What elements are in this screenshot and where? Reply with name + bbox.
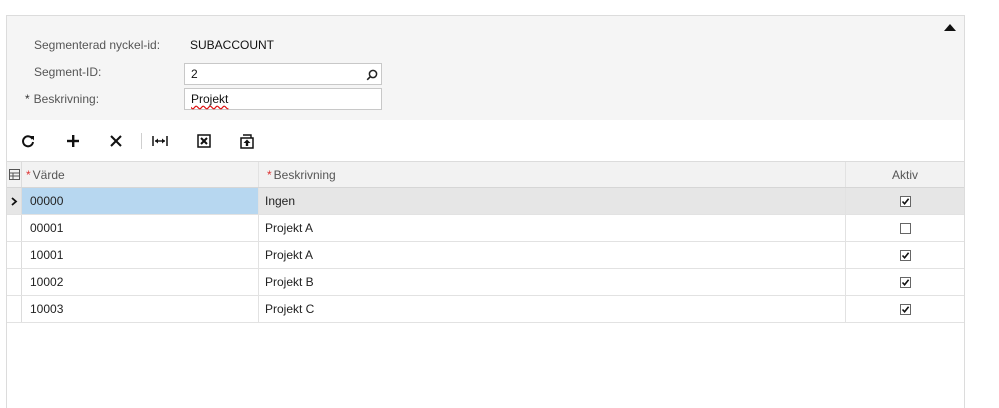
column-value-label: Värde bbox=[32, 167, 65, 182]
search-icon[interactable] bbox=[366, 69, 378, 81]
grid-header-row: * Värde * Beskrivning Aktiv bbox=[7, 162, 964, 188]
description-label: Beskrivning: bbox=[33, 92, 100, 106]
column-header-active[interactable]: Aktiv bbox=[846, 162, 964, 187]
column-description-label: Beskrivning bbox=[273, 167, 336, 182]
description-label-wrap: * Beskrivning: bbox=[25, 92, 99, 106]
cell-value[interactable]: 10002 bbox=[22, 269, 259, 295]
cell-value[interactable]: 10001 bbox=[22, 242, 259, 268]
upload-button[interactable] bbox=[236, 130, 258, 152]
cell-value[interactable]: 00001 bbox=[22, 215, 259, 241]
table-row[interactable]: 10001 Projekt A bbox=[7, 242, 964, 269]
segment-form: Segmenterad nyckel-id: SUBACCOUNT Segmen… bbox=[7, 16, 964, 120]
segment-values-panel: Segmenterad nyckel-id: SUBACCOUNT Segmen… bbox=[6, 15, 965, 408]
cell-value[interactable]: 00000 bbox=[22, 188, 259, 214]
active-checkbox-checked[interactable] bbox=[899, 303, 911, 315]
cell-active bbox=[846, 215, 964, 241]
fit-columns-icon bbox=[152, 136, 168, 146]
cell-active bbox=[846, 188, 964, 214]
fit-columns-button[interactable] bbox=[149, 130, 171, 152]
active-checkbox-checked[interactable] bbox=[899, 195, 911, 207]
add-row-button[interactable] bbox=[62, 130, 84, 152]
refresh-button[interactable] bbox=[17, 130, 39, 152]
segmented-key-label: Segmenterad nyckel-id: bbox=[34, 38, 161, 52]
cell-description[interactable]: Projekt A bbox=[259, 242, 846, 268]
row-indicator-arrow-icon bbox=[7, 188, 22, 214]
export-excel-button[interactable] bbox=[193, 130, 215, 152]
segment-id-input[interactable] bbox=[184, 63, 382, 85]
export-excel-icon bbox=[197, 134, 211, 148]
row-indicator bbox=[7, 242, 22, 268]
required-marker: * bbox=[26, 167, 31, 182]
grid-body: 00000 Ingen 00001 Projekt A 10001 Projekt A 10… bbox=[7, 188, 964, 323]
table-row[interactable]: 10002 Projekt B bbox=[7, 269, 964, 296]
active-checkbox-unchecked[interactable] bbox=[899, 222, 911, 234]
active-checkbox-checked[interactable] bbox=[899, 249, 911, 261]
segmented-key-value: SUBACCOUNT bbox=[190, 38, 275, 52]
cell-description[interactable]: Ingen bbox=[259, 188, 846, 214]
description-input[interactable]: Projekt bbox=[184, 88, 382, 110]
upload-icon bbox=[240, 133, 254, 149]
refresh-icon bbox=[22, 135, 34, 148]
cell-active bbox=[846, 269, 964, 295]
column-settings-icon[interactable] bbox=[7, 162, 22, 187]
required-marker: * bbox=[267, 167, 272, 182]
grid-toolbar bbox=[7, 120, 964, 160]
segment-id-label: Segment-ID: bbox=[34, 65, 102, 79]
description-value: Projekt bbox=[191, 92, 229, 106]
toolbar-separator bbox=[141, 133, 142, 149]
table-row[interactable]: 00000 Ingen bbox=[7, 188, 964, 215]
delete-row-button[interactable] bbox=[105, 130, 127, 152]
delete-icon bbox=[110, 135, 122, 147]
active-checkbox-checked[interactable] bbox=[899, 276, 911, 288]
collapse-arrow-icon[interactable] bbox=[944, 24, 956, 31]
cell-description[interactable]: Projekt B bbox=[259, 269, 846, 295]
column-active-label: Aktiv bbox=[891, 167, 918, 182]
cell-description[interactable]: Projekt A bbox=[259, 215, 846, 241]
cell-description[interactable]: Projekt C bbox=[259, 296, 846, 322]
table-row[interactable]: 10003 Projekt C bbox=[7, 296, 964, 323]
add-icon bbox=[67, 135, 79, 147]
table-row[interactable]: 00001 Projekt A bbox=[7, 215, 964, 242]
row-indicator bbox=[7, 215, 22, 241]
values-grid: * Värde * Beskrivning Aktiv 00000 Ingen 0000… bbox=[7, 161, 964, 323]
column-header-description[interactable]: * Beskrivning bbox=[259, 162, 846, 187]
row-indicator bbox=[7, 269, 22, 295]
column-header-value[interactable]: * Värde bbox=[22, 162, 259, 187]
cell-active bbox=[846, 242, 964, 268]
cell-active bbox=[846, 296, 964, 322]
required-marker: * bbox=[25, 92, 30, 106]
cell-value[interactable]: 10003 bbox=[22, 296, 259, 322]
row-indicator bbox=[7, 296, 22, 322]
